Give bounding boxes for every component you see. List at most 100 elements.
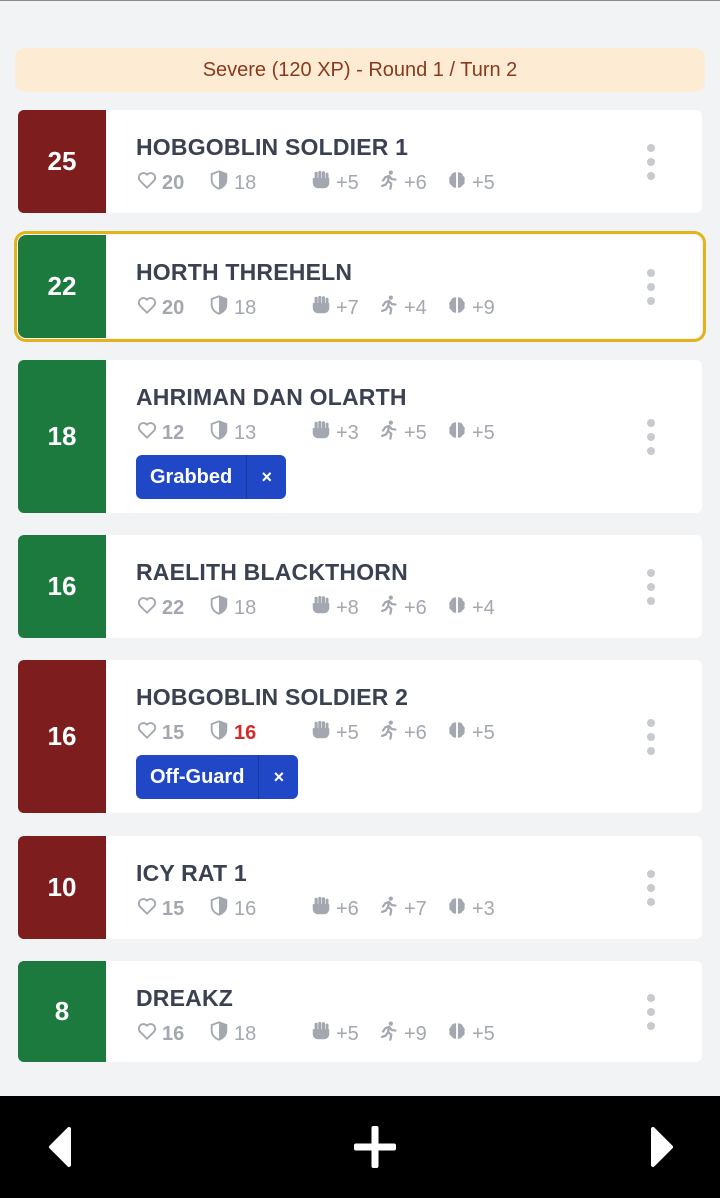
- brain-icon: [446, 594, 472, 622]
- condition-badge: Grabbed ×: [136, 455, 287, 499]
- shield-icon: [208, 294, 234, 322]
- next-turn-button[interactable]: [632, 1096, 692, 1198]
- fortitude-value: +8: [336, 596, 359, 619]
- kebab-menu-icon[interactable]: [640, 660, 662, 813]
- will-value: +5: [472, 171, 495, 194]
- ac-value: 16: [234, 897, 257, 920]
- initiative-value: 16: [18, 660, 106, 813]
- remove-condition-button[interactable]: ×: [246, 455, 286, 499]
- combatant-card[interactable]: 16 RAELITH BLACKTHORN 22 18 +8 +6 +4: [18, 535, 702, 638]
- kebab-menu-icon[interactable]: [640, 110, 662, 213]
- running-icon: [378, 594, 404, 622]
- shield-icon: [208, 895, 234, 923]
- fortitude-stat: +6: [310, 896, 359, 922]
- ac-stat: 13: [208, 420, 256, 446]
- previous-turn-icon: [49, 1127, 71, 1167]
- encounter-banner: Severe (120 XP) - Round 1 / Turn 2: [15, 48, 705, 92]
- fortitude-stat: +7: [310, 295, 359, 321]
- reflex-value: +6: [404, 721, 427, 744]
- combatant-card[interactable]: 16 HOBGOBLIN SOLDIER 2 15 16 +5 +6 +5 Of…: [18, 660, 702, 813]
- brain-icon: [446, 419, 472, 447]
- initiative-value: 10: [18, 836, 106, 939]
- hp-stat: 15: [136, 720, 184, 746]
- hp-value: 16: [162, 1022, 185, 1045]
- combatant-name: DREAKZ: [136, 985, 234, 1011]
- reflex-value: +5: [404, 421, 427, 444]
- combatant-stats: 20 18 +7 +4 +9: [136, 295, 556, 321]
- will-value: +5: [472, 721, 495, 744]
- kebab-menu-icon[interactable]: [640, 535, 662, 638]
- ac-value: 18: [234, 296, 257, 319]
- ac-value: 16: [234, 721, 257, 744]
- running-icon: [378, 895, 404, 923]
- condition-badge: Off-Guard ×: [136, 755, 299, 799]
- hp-value: 15: [162, 897, 185, 920]
- fortitude-value: +5: [336, 171, 359, 194]
- fist-icon: [310, 895, 336, 923]
- fist-icon: [310, 169, 336, 197]
- combatant-card[interactable]: 18 AHRIMAN DAN OLARTH 12 13 +3 +5 +5 Gra…: [18, 360, 702, 513]
- hp-value: 20: [162, 171, 185, 194]
- running-icon: [378, 294, 404, 322]
- initiative-value: 22: [18, 235, 106, 338]
- kebab-menu-icon[interactable]: [640, 360, 662, 513]
- shield-icon: [208, 719, 234, 747]
- heart-icon: [136, 895, 162, 923]
- condition-label: Off-Guard: [150, 765, 245, 788]
- kebab-menu-icon[interactable]: [640, 961, 662, 1062]
- will-stat: +5: [446, 720, 495, 746]
- combatant-stats: 16 18 +5 +9 +5: [136, 1021, 556, 1047]
- ac-stat: 18: [208, 170, 256, 196]
- reflex-stat: +9: [378, 1021, 427, 1047]
- kebab-menu-icon[interactable]: [640, 235, 662, 338]
- running-icon: [378, 719, 404, 747]
- combatant-stats: 15 16 +6 +7 +3: [136, 896, 556, 922]
- will-value: +5: [472, 1022, 495, 1045]
- combatant-card[interactable]: 25 HOBGOBLIN SOLDIER 1 20 18 +5 +6 +5: [18, 110, 702, 213]
- fist-icon: [310, 419, 336, 447]
- hp-stat: 22: [136, 595, 184, 621]
- reflex-stat: +6: [378, 170, 427, 196]
- reflex-stat: +7: [378, 896, 427, 922]
- fist-icon: [310, 594, 336, 622]
- ac-stat: 18: [208, 295, 256, 321]
- shield-icon: [208, 169, 234, 197]
- heart-icon: [136, 294, 162, 322]
- initiative-value: 8: [18, 961, 106, 1062]
- ac-value: 13: [234, 421, 257, 444]
- brain-icon: [446, 895, 472, 923]
- reflex-value: +9: [404, 1022, 427, 1045]
- fist-icon: [310, 294, 336, 322]
- combatant-name: HORTH THREHELN: [136, 259, 353, 285]
- bottom-navigation-bar: [0, 1096, 720, 1198]
- reflex-stat: +6: [378, 595, 427, 621]
- remove-condition-button[interactable]: ×: [258, 755, 298, 799]
- fortitude-value: +5: [336, 721, 359, 744]
- will-value: +4: [472, 596, 495, 619]
- ac-value: 18: [234, 1022, 257, 1045]
- will-value: +3: [472, 897, 495, 920]
- will-stat: +4: [446, 595, 495, 621]
- previous-turn-button[interactable]: [30, 1096, 90, 1198]
- fortitude-value: +6: [336, 897, 359, 920]
- will-stat: +3: [446, 896, 495, 922]
- running-icon: [378, 1020, 404, 1048]
- reflex-value: +6: [404, 596, 427, 619]
- combatant-card[interactable]: 22 HORTH THREHELN 20 18 +7 +4 +9: [14, 231, 706, 342]
- heart-icon: [136, 169, 162, 197]
- add-combatant-button[interactable]: [345, 1096, 405, 1198]
- combatant-card[interactable]: 8 DREAKZ 16 18 +5 +9 +5: [18, 961, 702, 1062]
- reflex-value: +4: [404, 296, 427, 319]
- add-icon: [354, 1126, 396, 1168]
- fortitude-stat: +5: [310, 170, 359, 196]
- kebab-menu-icon[interactable]: [640, 836, 662, 939]
- heart-icon: [136, 719, 162, 747]
- fortitude-stat: +8: [310, 595, 359, 621]
- combatant-stats: 15 16 +5 +6 +5: [136, 720, 556, 746]
- running-icon: [378, 169, 404, 197]
- fortitude-stat: +3: [310, 420, 359, 446]
- hp-value: 22: [162, 596, 185, 619]
- combatant-card[interactable]: 10 ICY RAT 1 15 16 +6 +7 +3: [18, 836, 702, 939]
- fortitude-value: +7: [336, 296, 359, 319]
- brain-icon: [446, 719, 472, 747]
